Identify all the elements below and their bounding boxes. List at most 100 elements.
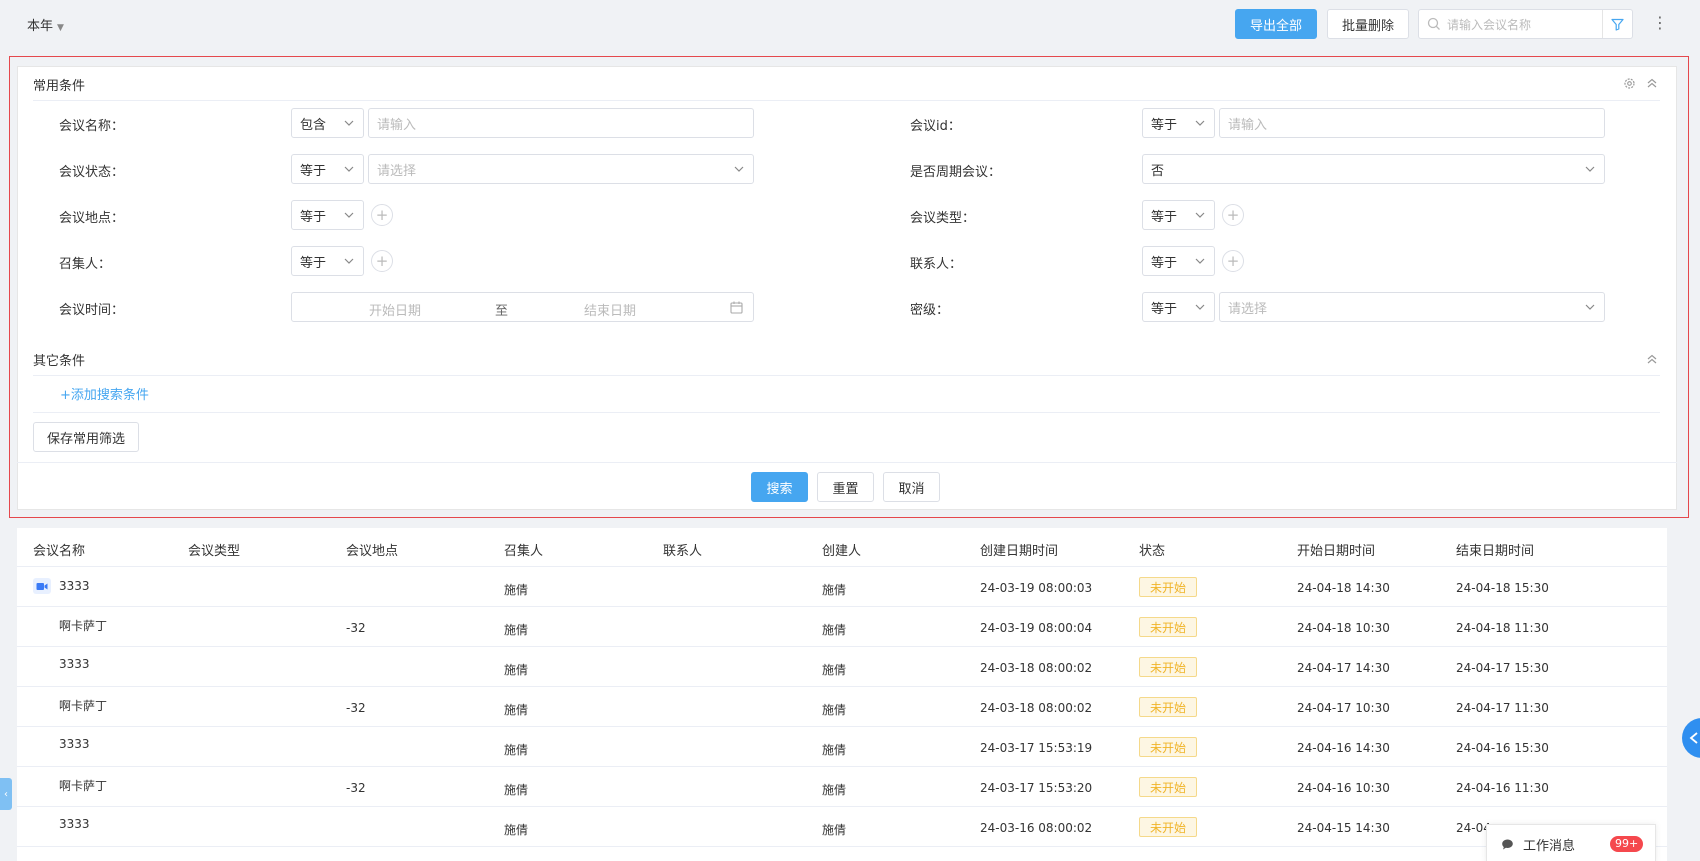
- table-cell-created: 24-03-19 08:00:03: [980, 581, 1093, 595]
- add-location-plus-icon[interactable]: +: [371, 204, 393, 226]
- gear-icon[interactable]: [1623, 77, 1636, 90]
- col-header-status: 状态: [1139, 544, 1166, 559]
- chevron-down-icon: [1585, 166, 1595, 172]
- meeting-status-select[interactable]: 请选择: [368, 154, 754, 184]
- table-cell-end: 24-04-17 11:30: [1456, 701, 1549, 715]
- collapse-up-icon[interactable]: [1646, 353, 1658, 365]
- operator-value: 等于: [300, 209, 327, 225]
- other-conditions-title: 其它条件: [33, 354, 86, 369]
- meeting-status-label: 会议状态：: [59, 165, 125, 180]
- more-vertical-icon[interactable]: ⋮: [1652, 14, 1668, 32]
- secret-level-label: 密级：: [910, 303, 950, 318]
- batch-delete-button[interactable]: 批量删除: [1327, 9, 1409, 39]
- secret-level-operator-select[interactable]: 等于: [1142, 292, 1215, 322]
- row-divider: [17, 766, 1667, 767]
- table-cell-name[interactable]: 3333: [59, 579, 90, 593]
- reset-button[interactable]: 重置: [817, 472, 874, 502]
- plus-icon: +: [60, 388, 71, 403]
- periodic-meeting-label: 是否周期会议：: [910, 165, 1002, 180]
- add-search-condition-link[interactable]: +添加搜索条件: [60, 384, 149, 403]
- operator-value: 等于: [300, 255, 327, 271]
- add-convener-plus-icon[interactable]: +: [371, 250, 393, 272]
- operator-value: 等于: [1151, 209, 1178, 225]
- table-cell-created: 24-03-18 08:00:02: [980, 701, 1093, 715]
- table-cell-location: -32: [346, 621, 366, 635]
- divider: [33, 412, 1660, 413]
- col-header-contact: 联系人: [663, 544, 703, 559]
- table-cell-name[interactable]: 3333: [59, 817, 90, 831]
- contact-operator-select[interactable]: 等于: [1142, 246, 1215, 276]
- left-expand-tab[interactable]: ‹: [0, 778, 12, 810]
- year-dropdown[interactable]: 本年 ▼: [27, 15, 64, 34]
- status-badge: 未开始: [1139, 577, 1197, 597]
- table-cell-name[interactable]: 啊卡萨丁: [59, 777, 107, 794]
- meeting-search-input[interactable]: 请输入会议名称: [1418, 9, 1633, 39]
- table-cell-convener: 施倩: [504, 823, 529, 837]
- contact-label: 联系人：: [910, 257, 963, 272]
- chevron-down-icon: [344, 258, 354, 264]
- divider: [33, 375, 1660, 376]
- status-badge: 未开始: [1139, 737, 1197, 757]
- meeting-status-operator-select[interactable]: 等于: [291, 154, 364, 184]
- table-cell-end: 24-04-17 15:30: [1456, 661, 1549, 675]
- select-placeholder: 请选择: [1228, 301, 1268, 317]
- meeting-name-operator-select[interactable]: 包含: [291, 108, 364, 138]
- table-cell-created: 24-03-17 15:53:19: [980, 741, 1093, 755]
- operator-value: 等于: [1151, 117, 1178, 133]
- meeting-name-input[interactable]: 请输入: [368, 108, 754, 138]
- add-type-plus-icon[interactable]: +: [1222, 204, 1244, 226]
- table-cell-end: 24-04-16 15:30: [1456, 741, 1549, 755]
- common-conditions-title: 常用条件: [33, 79, 86, 94]
- caret-down-icon: ▼: [57, 23, 64, 33]
- col-header-type: 会议类型: [188, 544, 241, 559]
- search-button[interactable]: 搜索: [751, 472, 808, 502]
- chevron-down-icon: [1195, 212, 1205, 218]
- periodic-meeting-select[interactable]: 否: [1142, 154, 1605, 184]
- row-divider: [17, 606, 1667, 607]
- table-cell-name[interactable]: 3333: [59, 657, 90, 671]
- meeting-date-range-picker[interactable]: 开始日期 至 结束日期: [291, 292, 754, 322]
- operator-value: 等于: [1151, 255, 1178, 271]
- export-all-button[interactable]: 导出全部: [1235, 9, 1317, 39]
- table-cell-name[interactable]: 啊卡萨丁: [59, 697, 107, 714]
- table-cell-convener: 施倩: [504, 783, 529, 797]
- table-cell-end: 24-04-16 11:30: [1456, 781, 1549, 795]
- col-header-start: 开始日期时间: [1297, 544, 1376, 559]
- divider: [17, 462, 1677, 463]
- divider: [33, 100, 1660, 101]
- right-collapse-button[interactable]: [1682, 718, 1700, 758]
- chevron-down-icon: [1195, 120, 1205, 126]
- chevron-left-icon: ‹: [4, 788, 8, 800]
- secret-level-select[interactable]: 请选择: [1219, 292, 1605, 322]
- chevron-down-icon: [734, 166, 744, 172]
- filter-icon[interactable]: [1602, 10, 1632, 38]
- work-messages-label: 工作消息: [1523, 838, 1576, 854]
- meeting-location-operator-select[interactable]: 等于: [291, 200, 364, 230]
- collapse-up-icon[interactable]: [1646, 77, 1658, 89]
- table-cell-convener: 施倩: [504, 703, 529, 717]
- chevron-left-icon: [1689, 732, 1698, 744]
- table-cell-name[interactable]: 3333: [59, 737, 90, 751]
- table-cell-start: 24-04-16 14:30: [1297, 741, 1390, 755]
- work-messages-button[interactable]: 工作消息 99+: [1486, 824, 1656, 861]
- convener-operator-select[interactable]: 等于: [291, 246, 364, 276]
- meeting-type-operator-select[interactable]: 等于: [1142, 200, 1215, 230]
- add-contact-plus-icon[interactable]: +: [1222, 250, 1244, 272]
- select-value: 否: [1151, 163, 1165, 179]
- cancel-button[interactable]: 取消: [883, 472, 940, 502]
- chevron-down-icon: [344, 120, 354, 126]
- row-divider: [17, 806, 1667, 807]
- table-cell-created: 24-03-18 08:00:02: [980, 661, 1093, 675]
- table-cell-location: -32: [346, 781, 366, 795]
- meeting-id-operator-select[interactable]: 等于: [1142, 108, 1215, 138]
- table-cell-end: 24-04-18 11:30: [1456, 621, 1549, 635]
- save-common-filter-button[interactable]: 保存常用筛选: [33, 422, 139, 452]
- table-cell-start: 24-04-16 10:30: [1297, 781, 1390, 795]
- row-divider: [17, 846, 1667, 847]
- meeting-id-input[interactable]: 请输入: [1219, 108, 1605, 138]
- col-header-end: 结束日期时间: [1456, 544, 1535, 559]
- table-cell-name[interactable]: 啊卡萨丁: [59, 617, 107, 634]
- status-badge: 未开始: [1139, 617, 1197, 637]
- table-cell-creator: 施倩: [822, 783, 847, 797]
- table-cell-creator: 施倩: [822, 623, 847, 637]
